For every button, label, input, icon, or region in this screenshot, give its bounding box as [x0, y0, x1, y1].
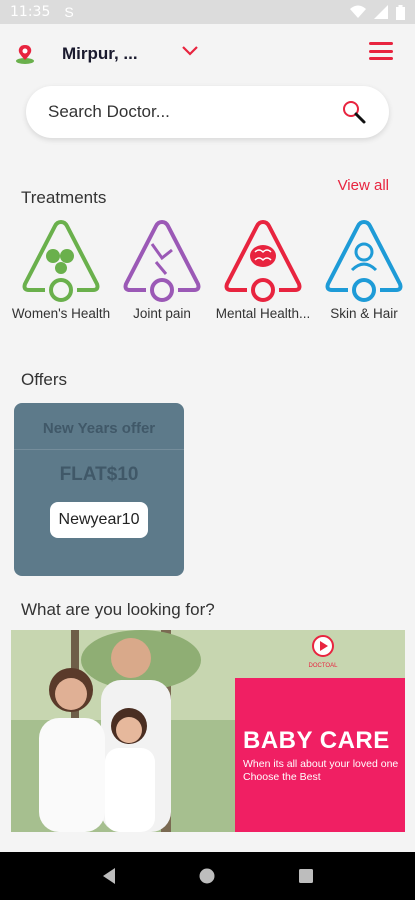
back-icon[interactable]: [101, 867, 117, 885]
offer-code-button[interactable]: Newyear10: [49, 502, 149, 538]
banner-heading: BABY CARE: [243, 727, 390, 754]
offer-amount: FLAT$10: [59, 464, 139, 485]
wifi-icon: [350, 5, 366, 18]
battery-icon: [396, 4, 405, 20]
recents-icon[interactable]: [298, 868, 314, 884]
treatment-label: Women's Health: [11, 306, 111, 321]
logo-text: DOCTOAL: [308, 663, 338, 669]
home-icon[interactable]: [198, 867, 216, 885]
baby-care-banner[interactable]: DOCTOAL BABY CARE When its all about you…: [11, 630, 405, 832]
location-label[interactable]: Mirpur, ...: [62, 44, 138, 64]
treatments-row: Women's Health Joint pain Mental Health.…: [0, 218, 415, 348]
status-time: 11:35: [10, 4, 51, 20]
treatments-title: Treatments: [21, 188, 107, 207]
banner-subtext: When its all about your loved one Choose…: [243, 758, 399, 783]
location-pin-icon[interactable]: [14, 43, 36, 65]
offer-title: New Years offer: [42, 420, 156, 437]
treatment-womens-health[interactable]: Women's Health: [11, 218, 111, 322]
sim-icon: S: [64, 4, 74, 20]
treatment-label: Skin & Hair: [330, 306, 398, 321]
mental-health-icon: [224, 220, 302, 302]
joint-pain-icon: [123, 220, 201, 302]
search-bar[interactable]: [26, 86, 389, 138]
treatment-mental-health[interactable]: Mental Health...: [213, 218, 313, 322]
chevron-down-icon[interactable]: [182, 46, 198, 56]
offers-title: Offers: [21, 370, 67, 389]
doctoal-logo: DOCTOAL: [303, 634, 343, 674]
looking-for-title: What are you looking for?: [21, 600, 215, 619]
skin-hair-icon: [325, 220, 403, 302]
signal-icon: [374, 5, 388, 19]
search-input[interactable]: [48, 102, 341, 122]
womens-health-icon: [22, 220, 100, 302]
treatment-label: Joint pain: [133, 306, 191, 321]
system-nav-bar: [0, 852, 415, 900]
offer-divider: [14, 449, 184, 450]
offer-card[interactable]: New Years offer FLAT$10 Newyear10: [14, 403, 184, 576]
hamburger-menu-icon[interactable]: [369, 42, 393, 60]
search-icon[interactable]: [341, 99, 367, 125]
treatment-skin-hair[interactable]: Skin & Hair: [314, 218, 414, 322]
banner-pink-panel: [235, 678, 405, 832]
treatment-label: Mental Health...: [215, 306, 311, 321]
view-all-link[interactable]: View all: [338, 177, 389, 194]
app-header: Mirpur, ...: [0, 24, 415, 84]
treatment-joint-pain[interactable]: Joint pain: [112, 218, 212, 322]
status-bar: 11:35 S: [0, 0, 415, 24]
